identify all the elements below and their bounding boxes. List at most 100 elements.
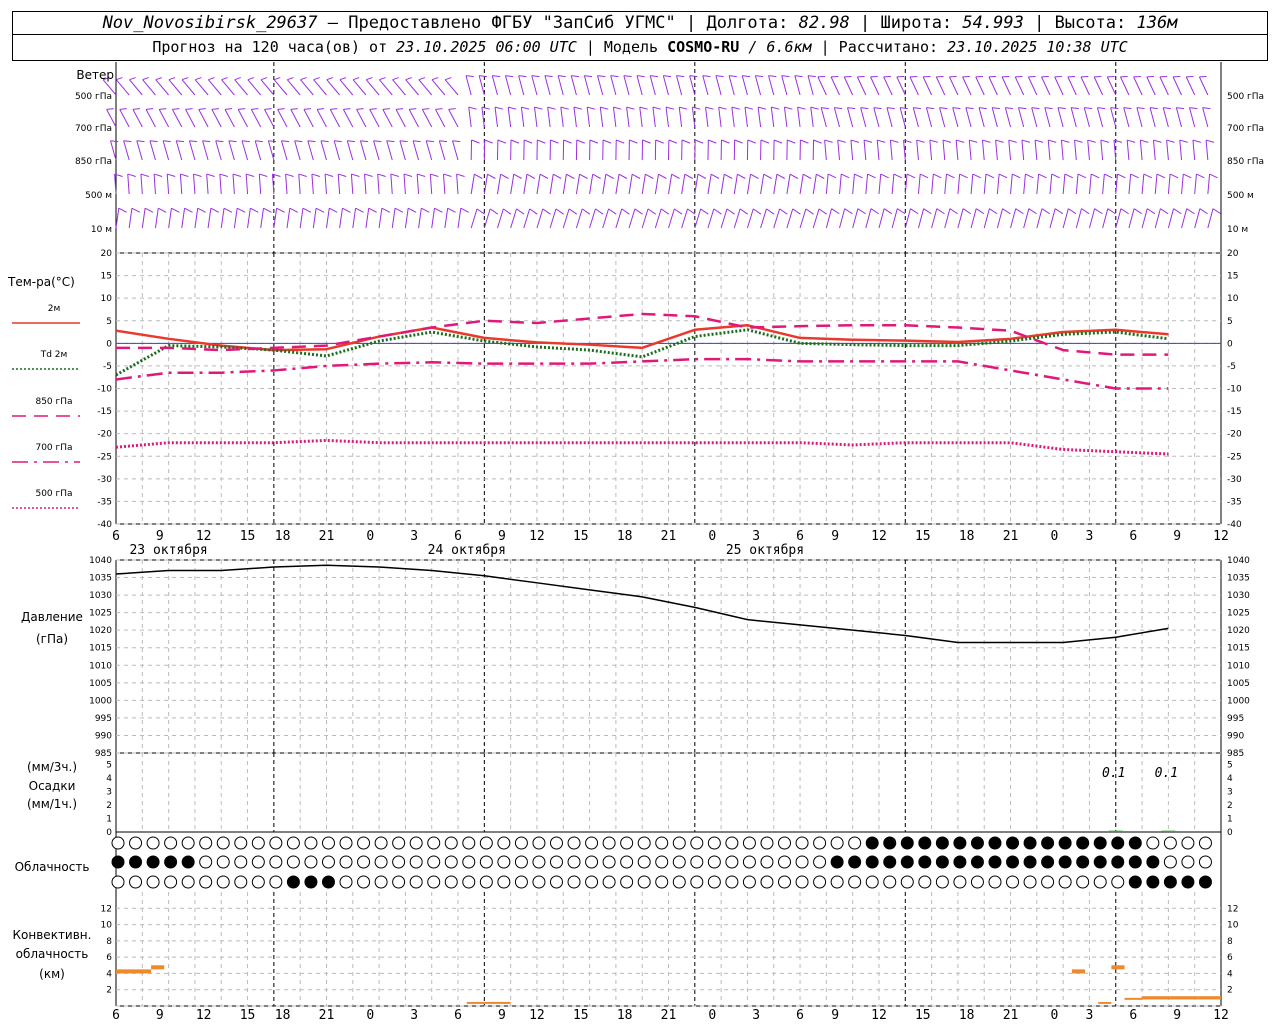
x-hour-label: 9 — [156, 529, 164, 544]
wind-barb — [346, 140, 354, 161]
wind-barb — [175, 140, 183, 161]
cloud-symbol — [357, 875, 371, 889]
wind-barb-flag — [1166, 139, 1175, 143]
temp-ytick-left: 15 — [101, 272, 112, 282]
wind-barb-flag — [241, 140, 250, 143]
wind-barb-flag — [221, 77, 228, 81]
wind-barb-flag — [854, 173, 863, 179]
wind-barb — [166, 174, 170, 195]
cloud-symbol — [1093, 855, 1107, 869]
wind-barb-flag — [529, 208, 538, 215]
wind-barb — [333, 140, 341, 161]
wind-barb-flag — [366, 77, 373, 81]
cloud-symbol — [549, 875, 563, 889]
cloud-symbol — [286, 836, 300, 850]
wind-barb-flag — [542, 208, 551, 215]
cloud-fill — [112, 856, 124, 868]
wind-barb — [1010, 208, 1017, 229]
cloud-symbol — [1128, 855, 1142, 869]
wind-barb-flag — [300, 77, 307, 81]
wind-barb-flag — [877, 139, 886, 143]
wind-barb — [733, 174, 738, 195]
wind-barb-flag — [343, 108, 351, 110]
wind-barb-flag — [1021, 139, 1031, 143]
cloud-circle — [690, 836, 704, 850]
wind-barb-flag — [489, 208, 499, 215]
cloud-circle — [1163, 855, 1177, 869]
cloud-symbol — [760, 836, 774, 850]
wind-barb-flag — [518, 75, 527, 78]
conv-ytick-left: 12 — [101, 904, 112, 914]
cloud-symbol — [427, 836, 441, 850]
wind-barb-flag — [784, 106, 793, 110]
wind-barb-flag — [1189, 107, 1198, 110]
pressure-ytick-right: 1010 — [1227, 661, 1250, 671]
cloud-circle — [655, 875, 669, 889]
cloud-circle — [602, 875, 616, 889]
x-hour-label-bottom: 21 — [661, 1008, 677, 1023]
wind-barb — [1139, 140, 1143, 161]
wind-barb — [510, 174, 515, 195]
wind-barb-flag — [867, 173, 876, 179]
cloud-symbol — [392, 855, 406, 869]
wind-barb — [903, 140, 906, 161]
wind-barb-flag — [355, 207, 364, 213]
wind-barb — [983, 174, 987, 195]
wind-barb — [168, 208, 172, 229]
temp-ytick-left: 0 — [106, 339, 112, 349]
wind-barb — [573, 107, 577, 128]
cloud-symbol — [1006, 855, 1020, 869]
wind-barb-flag — [110, 140, 119, 143]
temp-legend-label: 500 гПа — [35, 489, 72, 499]
wind-barb-flag — [287, 77, 294, 81]
conv-ytick-right: 8 — [1227, 937, 1233, 947]
temp-legend-label: 2м — [48, 304, 61, 314]
wind-barb-flag — [445, 77, 452, 81]
temp-ytick-right: -25 — [1227, 452, 1242, 462]
cloud-symbol — [286, 855, 300, 869]
wind-barb-flag — [1113, 139, 1123, 143]
wind-barb — [870, 76, 880, 96]
x-hour-label: 12 — [1213, 529, 1229, 544]
cloud-circle — [111, 875, 125, 889]
wind-barb — [457, 208, 462, 229]
wind-barb-flag — [168, 77, 176, 81]
precip-ytick-right: 1 — [1227, 815, 1233, 825]
cloud-symbol — [357, 836, 371, 850]
wind-barb — [395, 109, 406, 128]
cloud-symbol — [953, 836, 967, 850]
wind-barb — [418, 208, 422, 229]
wind-barb — [149, 140, 156, 161]
wind-barb-flag — [731, 106, 740, 110]
wind-barb — [824, 140, 827, 161]
wind-barb — [599, 107, 604, 128]
wind-barb — [1023, 174, 1026, 195]
wind-barb-flag — [505, 75, 514, 78]
wind-barb-flag — [500, 173, 509, 179]
wind-barb-flag — [516, 208, 525, 215]
wind-barb-flag — [1133, 208, 1143, 215]
wind-barb-flag — [969, 139, 978, 143]
wind-barb-flag — [626, 106, 635, 110]
wind-barb — [1096, 107, 1104, 128]
wind-barb — [425, 140, 433, 161]
cloud-circle — [374, 836, 388, 850]
wind-barb — [837, 140, 841, 161]
cloud-symbol — [795, 836, 809, 850]
pressure-ytick-right: 1000 — [1227, 696, 1250, 706]
wind-barb-flag — [880, 173, 889, 179]
wind-barb — [560, 107, 564, 128]
wind-barb-flag — [146, 108, 154, 110]
cloud-symbol — [181, 875, 195, 889]
wind-barb — [917, 174, 921, 195]
wind-barb-flag — [185, 108, 193, 110]
wind-barb — [352, 79, 367, 96]
wind-barb — [909, 76, 919, 96]
wind-barb — [839, 208, 846, 229]
cloud-circle — [567, 855, 581, 869]
wind-barb-flag — [1183, 173, 1192, 179]
wind-barb-flag — [379, 77, 386, 81]
wind-barb-flag — [223, 207, 233, 213]
cloud-symbol — [321, 855, 335, 869]
wind-barb — [352, 208, 357, 229]
